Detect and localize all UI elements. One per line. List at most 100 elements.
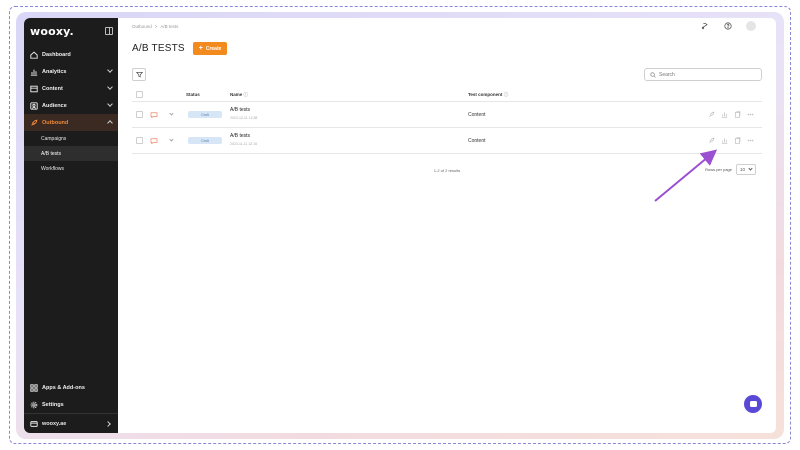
row-actions xyxy=(708,111,754,118)
rows-per-page-value: 10 xyxy=(740,167,746,172)
sidebar-item-analytics[interactable]: Analytics xyxy=(24,63,118,80)
sidebar-subitem-label: Campaigns xyxy=(41,135,67,142)
breadcrumb-item: A/B tests xyxy=(160,23,179,29)
filter-button[interactable] xyxy=(132,68,146,81)
chat-icon xyxy=(749,401,757,407)
home-icon xyxy=(30,51,38,59)
page-title: A/B TESTS xyxy=(132,43,185,54)
column-header-status[interactable]: Status xyxy=(186,92,200,97)
gear-icon xyxy=(30,401,38,409)
test-date: 2023-11-11 12:16 xyxy=(230,142,258,146)
account-switcher[interactable]: wooxy.ae xyxy=(24,413,118,433)
test-name[interactable]: A/B tests xyxy=(230,133,257,139)
sidebar-bottom: Apps & Add-ons Settings wooxy.ae xyxy=(24,379,118,433)
sidebar-subitem-campaigns[interactable]: Campaigns xyxy=(24,131,118,146)
chevron-right-icon xyxy=(105,420,111,427)
more-icon[interactable] xyxy=(747,111,754,118)
sidebar-item-dashboard[interactable]: Dashboard xyxy=(24,46,118,63)
audience-icon xyxy=(30,101,38,110)
row-checkbox[interactable] xyxy=(136,111,143,118)
search-input[interactable] xyxy=(659,71,759,78)
status-badge: Draft xyxy=(188,111,222,118)
chevron-up-icon xyxy=(107,120,113,126)
ab-tests-table: Status Name ⓘ Test component ⓘ Draft A/B… xyxy=(132,88,762,154)
topbar: Outbound > A/B tests xyxy=(118,18,776,34)
rocket-icon xyxy=(30,119,38,127)
notifications-icon[interactable] xyxy=(700,22,709,31)
sidebar-subitem-label: Workflows xyxy=(41,165,64,172)
breadcrumb: Outbound > A/B tests xyxy=(132,24,178,29)
plus-icon: + xyxy=(198,45,203,52)
sidebar-subitem-workflows[interactable]: Workflows xyxy=(24,161,118,176)
expand-chevron-icon[interactable] xyxy=(169,137,174,142)
select-all-checkbox[interactable] xyxy=(136,91,143,98)
results-count: 1-2 of 2 results xyxy=(433,168,461,173)
sidebar-item-content[interactable]: Content xyxy=(24,80,118,97)
chart-icon xyxy=(30,68,38,76)
avatar[interactable] xyxy=(746,21,756,31)
table-header: Status Name ⓘ Test component ⓘ xyxy=(132,88,762,102)
sidebar: wooxy. Dashboard Analytics Content Audie… xyxy=(24,18,118,433)
column-header-label: Test component xyxy=(468,91,503,97)
sidebar-item-label: Audience xyxy=(42,102,67,109)
sidebar-item-label: Settings xyxy=(42,401,64,408)
test-date: 2023-12-11 12:38 xyxy=(230,116,258,120)
account-label: wooxy.ae xyxy=(42,420,67,427)
expand-chevron-icon[interactable] xyxy=(169,111,174,116)
report-icon[interactable] xyxy=(721,137,728,144)
chevron-down-icon xyxy=(748,166,753,171)
column-header-name[interactable]: Name ⓘ xyxy=(230,92,248,98)
sidebar-collapse-icon[interactable] xyxy=(105,27,113,35)
sidebar-item-outbound[interactable]: Outbound xyxy=(24,114,118,131)
table-row[interactable]: Draft A/B tests 2023-11-11 12:16 Content xyxy=(132,128,762,154)
launch-icon[interactable] xyxy=(708,137,715,144)
search-box[interactable] xyxy=(644,68,762,81)
message-icon xyxy=(150,111,158,118)
message-icon xyxy=(150,137,158,144)
main-content: Outbound > A/B tests A/B TESTS + Create xyxy=(118,18,776,433)
test-component-cell: Content xyxy=(468,111,486,118)
chevron-down-icon xyxy=(107,101,113,107)
sidebar-subitem-ab-tests[interactable]: A/B tests xyxy=(24,146,118,161)
content-icon xyxy=(30,85,38,93)
test-name[interactable]: A/B tests xyxy=(230,107,257,113)
app-logo: wooxy. xyxy=(30,24,74,38)
name-cell: A/B tests 2023-12-11 12:38 xyxy=(230,107,257,120)
sidebar-item-label: Apps & Add-ons xyxy=(42,384,85,391)
chevron-down-icon xyxy=(107,67,113,73)
chat-widget-button[interactable] xyxy=(744,395,762,413)
column-header-test-component[interactable]: Test component ⓘ xyxy=(468,92,508,98)
rows-per-page: Rows per page 10 xyxy=(705,164,756,175)
sidebar-item-audience[interactable]: Audience xyxy=(24,97,118,114)
logo-row: wooxy. xyxy=(24,20,118,42)
copy-icon[interactable] xyxy=(734,137,741,144)
more-icon[interactable] xyxy=(747,137,754,144)
search-icon xyxy=(650,71,656,78)
breadcrumb-separator: > xyxy=(154,23,158,29)
rows-per-page-select[interactable]: 10 xyxy=(736,164,756,175)
launch-icon[interactable] xyxy=(708,111,715,118)
breadcrumb-item[interactable]: Outbound xyxy=(132,24,152,29)
sidebar-item-label: Content xyxy=(42,85,63,92)
help-icon[interactable] xyxy=(723,22,732,31)
sidebar-item-label: Analytics xyxy=(42,68,67,75)
copy-icon[interactable] xyxy=(734,111,741,118)
test-component-cell: Content xyxy=(468,137,486,144)
sidebar-item-apps-addons[interactable]: Apps & Add-ons xyxy=(24,379,118,396)
table-row[interactable]: Draft A/B tests 2023-12-11 12:38 Content xyxy=(132,102,762,128)
info-icon: ⓘ xyxy=(503,91,509,97)
name-cell: A/B tests 2023-11-11 12:16 xyxy=(230,133,257,146)
app-window: wooxy. Dashboard Analytics Content Audie… xyxy=(24,18,776,433)
column-header-label: Name xyxy=(230,91,243,97)
sidebar-item-settings[interactable]: Settings xyxy=(24,396,118,413)
create-button[interactable]: + Create xyxy=(192,42,228,55)
sidebar-item-label: Outbound xyxy=(42,119,69,126)
table-footer: 1-2 of 2 results Rows per page 10 xyxy=(132,163,762,177)
sidebar-item-label: Dashboard xyxy=(42,51,71,58)
filter-icon xyxy=(135,72,143,78)
sidebar-subitem-label: A/B tests xyxy=(41,150,62,157)
report-icon[interactable] xyxy=(721,111,728,118)
account-icon xyxy=(30,420,38,428)
topbar-icons xyxy=(700,21,756,31)
row-checkbox[interactable] xyxy=(136,137,143,144)
